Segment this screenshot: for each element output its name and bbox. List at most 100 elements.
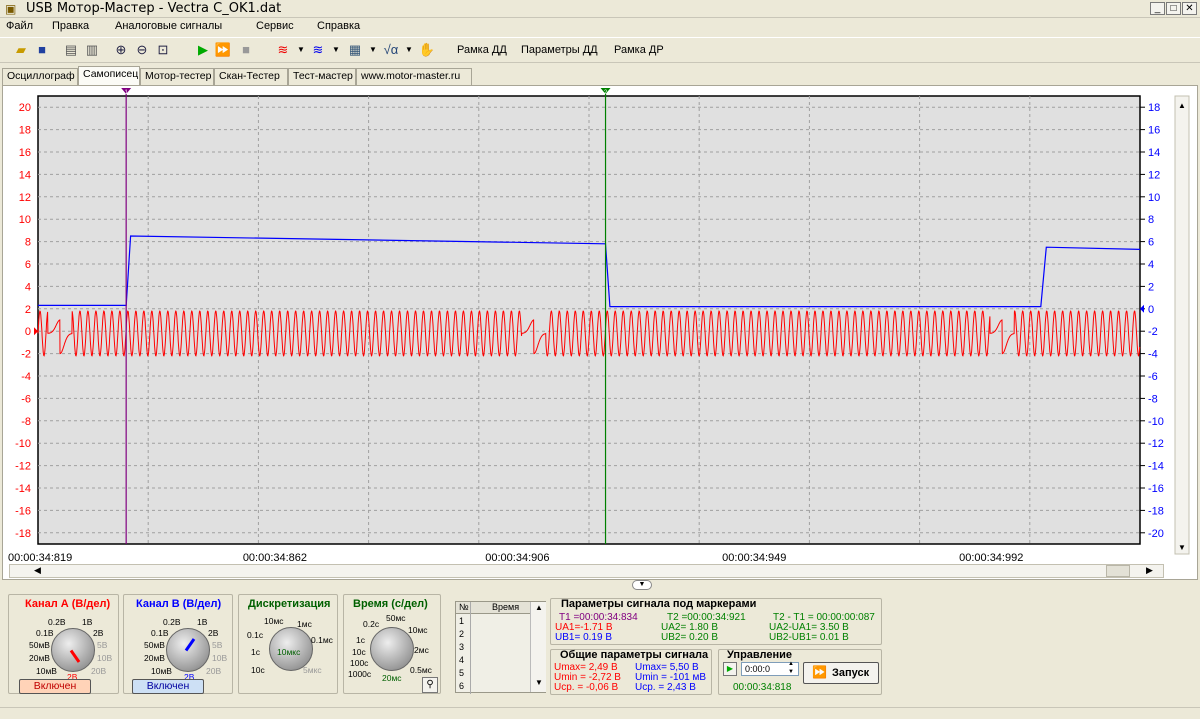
right-axis-tick-label: 0	[1148, 304, 1154, 316]
dub-value: UB2-UB1= 0.01 В	[769, 632, 849, 643]
time-settings-button[interactable]: ⚲	[422, 677, 438, 693]
horizontal-scrollbar[interactable]: ◀ ▶	[9, 564, 1164, 578]
dropdown-icon[interactable]: ▼	[292, 41, 310, 59]
zoom-out-icon[interactable]: ⊖	[133, 41, 151, 59]
table-row[interactable]: 5	[459, 668, 464, 678]
menu-service[interactable]: Сервис	[256, 20, 294, 32]
menu-help[interactable]: Справка	[317, 20, 360, 32]
ub1-value: UB1= 0.19 В	[555, 632, 612, 643]
dial-tick: 1мс	[297, 619, 312, 629]
dial-tick: 50мс	[386, 613, 406, 623]
ub2-value: UB2= 0.20 В	[661, 632, 718, 643]
zoom-in-icon[interactable]: ⊕	[112, 41, 130, 59]
spinner-up-icon[interactable]: ▲	[788, 661, 794, 667]
status-bar	[0, 707, 1200, 719]
table-row[interactable]: 6	[459, 681, 464, 691]
marker-table-scrollbar[interactable]: ▲ ▼	[530, 602, 546, 692]
tab-website[interactable]: www.motor-master.ru	[356, 68, 472, 85]
dropdown-icon[interactable]: ▼	[400, 41, 418, 59]
control-title: Управление	[727, 649, 793, 661]
right-axis-tick-label: 4	[1148, 259, 1154, 271]
x-axis-tick-label: 00:00:34:949	[722, 552, 786, 564]
right-axis-tick-label: -6	[1148, 371, 1158, 383]
right-axis-tick-label: 18	[1148, 102, 1160, 114]
marker-table-col-divider	[470, 602, 471, 694]
start-button[interactable]: ⏩ Запуск	[803, 662, 879, 684]
play-icon[interactable]: ▶	[194, 41, 212, 59]
left-axis-tick-label: 4	[25, 281, 31, 293]
tab-recorder[interactable]: Самописец	[78, 66, 140, 86]
step-button[interactable]: ▶	[723, 662, 737, 676]
minimize-button[interactable]: _	[1150, 2, 1165, 15]
frame-dr-button[interactable]: Рамка ДР	[614, 44, 664, 56]
right-axis-tick-label: -20	[1148, 528, 1164, 540]
dial-tick: 20мВ	[144, 653, 165, 663]
scroll-up-arrow[interactable]: ▲	[535, 603, 543, 612]
table-row[interactable]: 3	[459, 642, 464, 652]
print-preview-icon[interactable]: ▤	[62, 41, 80, 59]
spinner-down-icon[interactable]: ▼	[788, 669, 794, 675]
tab-test-master[interactable]: Тест-мастер	[288, 68, 356, 85]
tab-bar: Осциллограф Самописец Мотор-тестер Скан-…	[0, 65, 1200, 86]
left-axis-tick-label: -10	[15, 438, 31, 450]
left-axis-tick-label: -12	[15, 461, 31, 473]
scroll-thumb[interactable]	[1106, 565, 1130, 577]
time-spinner-input[interactable]: 0:00:0 ▲ ▼	[741, 661, 799, 676]
dial-tick: 1В	[197, 617, 208, 627]
close-button[interactable]: ✕	[1182, 2, 1197, 15]
right-axis-tick-label: 16	[1148, 125, 1160, 137]
save-icon[interactable]: ■	[33, 41, 51, 59]
dial-tick: 20мВ	[29, 653, 50, 663]
params-dd-button[interactable]: Параметры ДД	[521, 44, 598, 56]
scroll-down-arrow[interactable]: ▼	[535, 678, 543, 687]
recorder-chart[interactable]: 20181614121086420-2-4-6-8-10-12-14-16-18…	[3, 86, 1197, 564]
table-row[interactable]: 2	[459, 629, 464, 639]
dial-tick: 50мВ	[144, 640, 165, 650]
dropdown-icon[interactable]: ▼	[364, 41, 382, 59]
left-axis-tick-label: -16	[15, 505, 31, 517]
table-row[interactable]: 4	[459, 655, 464, 665]
menu-analog-signals[interactable]: Аналоговые сигналы	[115, 20, 222, 32]
app-icon: ▣	[5, 2, 17, 16]
menu-file[interactable]: Файл	[6, 20, 33, 32]
open-icon[interactable]: ▰	[12, 41, 30, 59]
dial-tick: 100с	[350, 658, 369, 668]
dial-tick: 1000с	[348, 669, 372, 679]
scroll-left-arrow[interactable]: ◀	[34, 565, 41, 576]
right-axis-tick-label: -8	[1148, 393, 1158, 405]
fast-play-icon[interactable]: ⏩	[214, 41, 232, 59]
start-button-label: Запуск	[832, 667, 870, 679]
maximize-button[interactable]: □	[1166, 2, 1181, 15]
channel-b-enable-button[interactable]: Включен	[132, 679, 204, 694]
formula-icon[interactable]: √α	[382, 41, 400, 59]
channel-a-enable-button[interactable]: Включен	[19, 679, 91, 694]
menu-bar: Файл Правка Аналоговые сигналы Сервис Сп…	[0, 18, 1200, 36]
table-row[interactable]: 1	[459, 616, 464, 626]
a-avg-value: Uср. = -0,06 В	[554, 682, 619, 693]
menu-edit[interactable]: Правка	[52, 20, 89, 32]
hand-icon[interactable]: ✋	[418, 41, 436, 59]
right-axis-tick-label: -2	[1148, 326, 1158, 338]
dial-tick: 5В	[97, 640, 108, 650]
tab-motor-tester[interactable]: Мотор-тестер	[140, 68, 214, 85]
time-value: 20мс	[382, 673, 402, 683]
channel-a-wave-icon[interactable]: ≋	[274, 41, 292, 59]
left-axis-tick-label: -8	[21, 416, 31, 428]
scroll-right-arrow[interactable]: ▶	[1146, 565, 1153, 576]
tab-oscilloscope[interactable]: Осциллограф	[2, 68, 78, 85]
print-icon[interactable]: ▥	[83, 41, 101, 59]
control-panel: Канал А (В/дел) 0.2В 1В 0.1В 2В 50мВ 5В …	[0, 588, 1200, 708]
frame-dd-button[interactable]: Рамка ДД	[457, 44, 507, 56]
tab-scan-tester[interactable]: Скан-Тестер	[214, 68, 288, 85]
dial-tick: 0.2В	[163, 617, 181, 627]
channel-b-title: Канал В (В/дел)	[136, 598, 222, 610]
zoom-fit-icon[interactable]: ⊡	[154, 41, 172, 59]
left-axis-tick-label: 8	[25, 237, 31, 249]
discretization-value: 10мкс	[277, 647, 301, 657]
calculator-icon[interactable]: ▦	[346, 41, 364, 59]
channel-b-wave-icon[interactable]: ≋	[309, 41, 327, 59]
dial-tick: 2мс	[414, 645, 429, 655]
stop-icon[interactable]: ■	[237, 41, 255, 59]
left-axis-tick-label: 2	[25, 304, 31, 316]
dropdown-icon[interactable]: ▼	[327, 41, 345, 59]
